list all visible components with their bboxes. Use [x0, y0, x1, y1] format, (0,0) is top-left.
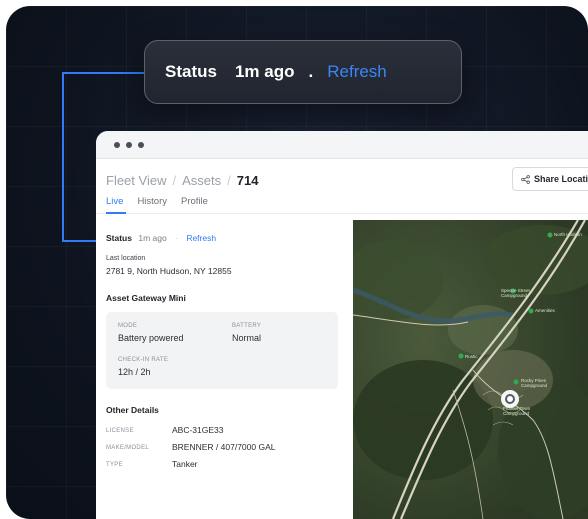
- make-model-label: MAKE/MODEL: [106, 445, 150, 451]
- map-label-spectre: Spectre Street Campground: [501, 288, 530, 298]
- license-label: LICENSE: [106, 428, 134, 434]
- window-dot-icon[interactable]: [138, 142, 144, 148]
- header-divider: [96, 213, 588, 214]
- last-location-label: Last location: [106, 255, 146, 262]
- status-callout-time: 1m ago: [234, 62, 295, 81]
- map-label-rocky-pines: Rocky Pines Campground: [521, 378, 548, 388]
- map-poi-icon: [513, 379, 519, 385]
- share-location-button[interactable]: Share Location: [512, 167, 588, 191]
- breadcrumb: Fleet View / Assets / 714: [106, 173, 258, 188]
- page-header: Fleet View / Assets / 714 Share Location Liv…: [96, 159, 588, 213]
- status-time: 1m ago: [138, 233, 167, 243]
- battery-label: BATTERY: [232, 323, 262, 329]
- map-poi-icon: [528, 308, 534, 314]
- type-value: Tanker: [172, 459, 198, 469]
- gateway-title: Asset Gateway Mini: [106, 293, 186, 303]
- last-location-value: 2781 9, North Hudson, NY 12855: [106, 266, 232, 276]
- mode-label: MODE: [118, 323, 138, 329]
- tab-bar: Live History Profile: [106, 196, 208, 207]
- status-row: Status 1m ago · Refresh: [106, 233, 216, 243]
- map-poi-icon: [547, 232, 553, 238]
- tab-live-underline: [106, 212, 126, 214]
- window-dot-icon[interactable]: [126, 142, 132, 148]
- breadcrumb-separator: /: [227, 173, 231, 188]
- satellite-map[interactable]: Spectre Street Campground Amenities Rust…: [353, 220, 588, 519]
- map-label-north-hudson: North Hudson: [554, 232, 582, 237]
- share-location-label: Share Location: [534, 174, 588, 184]
- breadcrumb-section-link[interactable]: Assets: [182, 173, 221, 188]
- asset-location-marker-icon[interactable]: [502, 391, 518, 407]
- make-model-value: BRENNER / 407/7000 GAL: [172, 442, 276, 452]
- window-titlebar: [96, 131, 588, 159]
- map-label-rustic: Rustic: [465, 354, 478, 359]
- breadcrumb-root-link[interactable]: Fleet View: [106, 173, 166, 188]
- map-poi-icon: [458, 353, 464, 359]
- window-dot-icon[interactable]: [114, 142, 120, 148]
- license-value: ABC-31GE33: [172, 425, 224, 435]
- other-details-title: Other Details: [106, 405, 159, 415]
- status-callout-refresh-link[interactable]: Refresh: [327, 62, 387, 82]
- tab-history[interactable]: History: [137, 196, 167, 207]
- type-label: TYPE: [106, 462, 123, 468]
- tab-profile[interactable]: Profile: [181, 196, 208, 207]
- tab-live[interactable]: Live: [106, 196, 123, 207]
- status-separator: ·: [175, 233, 178, 243]
- share-icon: [521, 174, 530, 184]
- map-label-amenities: Amenities: [535, 308, 555, 313]
- checkin-label: CHECK-IN RATE: [118, 357, 169, 363]
- asset-details-panel: Status 1m ago · Refresh Last location 27…: [96, 215, 352, 519]
- status-callout-label: Status: [165, 62, 217, 81]
- mode-value: Battery powered: [118, 333, 184, 343]
- status-label: Status: [106, 233, 132, 243]
- checkin-value: 12h / 2h: [118, 367, 151, 377]
- map-label-frontier-town: Frontier Town Campground: [503, 406, 531, 416]
- app-window: Fleet View / Assets / 714 Share Location Liv…: [96, 131, 588, 519]
- status-callout: Status 1m ago . Refresh: [144, 40, 462, 104]
- breadcrumb-current: 714: [236, 173, 259, 188]
- battery-value: Normal: [232, 333, 262, 343]
- gateway-card: MODE Battery powered BATTERY Normal CHEC…: [106, 312, 338, 389]
- status-callout-separator: .: [308, 62, 314, 81]
- map-canvas: [353, 220, 588, 519]
- status-refresh-link[interactable]: Refresh: [186, 233, 216, 243]
- breadcrumb-separator: /: [172, 173, 177, 188]
